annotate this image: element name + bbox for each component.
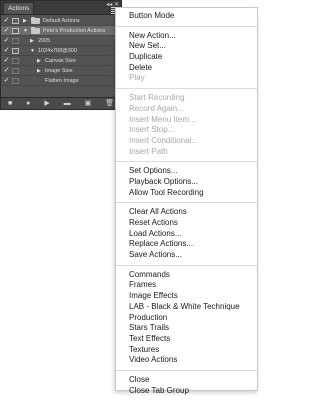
menu-item[interactable]: Playback Options... — [116, 177, 257, 188]
toggle-item-checkbox[interactable]: ✓ — [3, 36, 10, 46]
menu-item[interactable]: Replace Actions... — [116, 239, 257, 250]
menu-item[interactable]: Allow Tool Recording — [116, 188, 257, 199]
action-row-label: 2005 — [38, 38, 51, 44]
record-icon[interactable]: ● — [26, 98, 30, 110]
toggle-dialog-icon[interactable] — [12, 28, 19, 34]
new-action-icon[interactable]: ▣ — [85, 98, 92, 110]
menu-item: Start Recording — [129, 93, 185, 103]
action-row-label: Canvas Size — [45, 58, 76, 64]
menu-item[interactable]: Stars Trails — [116, 323, 257, 334]
toggle-dialog-icon[interactable] — [12, 18, 19, 24]
menu-item: Insert Stop... — [129, 125, 175, 135]
menu-item[interactable]: Production — [116, 313, 257, 324]
menu-separator — [116, 369, 257, 371]
disclosure-closed-icon[interactable]: ▶ — [30, 36, 34, 46]
menu-item[interactable]: Button Mode — [116, 11, 257, 22]
menu-item[interactable]: Load Actions... — [116, 229, 257, 240]
menu-item[interactable]: Frames — [116, 280, 257, 291]
menu-separator — [116, 202, 257, 204]
delete-icon[interactable]: 🗑 — [105, 98, 114, 110]
menu-separator — [116, 88, 257, 90]
disclosure-open-icon[interactable]: ▼ — [23, 26, 28, 36]
toggle-dialog-icon[interactable] — [12, 48, 19, 54]
menu-separator — [116, 161, 257, 163]
toggle-item-checkbox[interactable]: ✓ — [3, 66, 10, 76]
menu-item[interactable]: New Set... — [116, 41, 257, 52]
menu-item[interactable]: Close — [116, 375, 257, 386]
actions-list: ✓ ▶ Default Actions ✓ ▼ Pete's Production Act… — [1, 16, 121, 86]
toggle-item-checkbox[interactable]: ✓ — [3, 46, 10, 56]
toggle-item-checkbox[interactable]: ✓ — [3, 76, 10, 86]
action-row-label: 1024x768@300 — [38, 48, 77, 54]
menu-item[interactable]: LAB - Black & White Technique — [116, 302, 257, 313]
folder-icon — [31, 17, 40, 24]
menu-item[interactable]: Reset Actions — [116, 218, 257, 229]
menu-item[interactable]: Video Actions — [116, 355, 257, 366]
action-row[interactable]: ✓ Flatten Image — [1, 76, 121, 86]
menu-item[interactable]: Clear All Actions — [116, 207, 257, 218]
toggle-dialog-icon[interactable] — [12, 38, 19, 44]
stage: Actions ◂◂ ✕ ✓ ▶ Default Actions ✓ ▼ Pete's P… — [0, 0, 258, 400]
menu-separator — [116, 264, 257, 266]
toggle-dialog-icon[interactable] — [12, 78, 19, 84]
action-row-label: Flatten Image — [45, 78, 79, 84]
menu-item[interactable]: Text Effects — [116, 334, 257, 345]
action-row[interactable]: ✓ ▼ 1024x768@300 — [1, 46, 121, 56]
toggle-dialog-icon[interactable] — [12, 68, 19, 74]
action-row[interactable]: ✓ ▶ Canvas Size — [1, 56, 121, 66]
menu-item[interactable]: Duplicate — [116, 52, 257, 63]
action-row[interactable]: ✓ ▶ Image Size — [1, 66, 121, 76]
menu-item[interactable]: Save Actions... — [116, 250, 257, 261]
actions-panel-menu: Button Mode New Action... New Set... Duplic… — [115, 7, 258, 395]
actions-panel: Actions ◂◂ ✕ ✓ ▶ Default Actions ✓ ▼ Pete's P… — [0, 0, 122, 110]
toggle-item-checkbox[interactable]: ✓ — [3, 56, 10, 66]
menu-item[interactable]: Set Options... — [116, 166, 257, 177]
menu-item: Insert Menu Item... — [129, 114, 196, 124]
menu-separator — [116, 25, 257, 27]
disclosure-closed-icon[interactable]: ▶ — [37, 66, 41, 76]
menu-item: Record Again... — [129, 103, 184, 113]
disclosure-closed-icon[interactable]: ▶ — [37, 56, 41, 66]
toggle-dialog-icon[interactable] — [12, 58, 19, 64]
menu-item[interactable]: Commands — [116, 270, 257, 281]
actions-tab[interactable]: Actions — [3, 2, 35, 14]
menu-item: Play — [129, 73, 145, 83]
panel-footer: ■ ● ▶ ▬ ▣ 🗑 — [1, 97, 121, 109]
action-row[interactable]: ✓ ▶ Default Actions — [1, 16, 121, 26]
action-row[interactable]: ✓ ▼ Pete's Production Actions — [1, 26, 121, 36]
menu-item: Insert Path — [129, 146, 168, 156]
stop-icon[interactable]: ■ — [8, 98, 12, 110]
action-row-label: Pete's Production Actions — [43, 28, 106, 34]
action-row[interactable]: ✓ ▶ 2005 — [1, 36, 121, 46]
new-set-icon[interactable]: ▬ — [64, 98, 71, 110]
toggle-item-checkbox[interactable]: ✓ — [3, 16, 10, 26]
action-row-label: Default Actions — [43, 18, 80, 24]
toggle-item-checkbox[interactable]: ✓ — [3, 26, 10, 36]
menu-item: Insert Conditional... — [129, 135, 198, 145]
play-icon[interactable]: ▶ — [44, 98, 49, 110]
panel-header: Actions ◂◂ ✕ — [1, 1, 121, 15]
disclosure-closed-icon[interactable]: ▶ — [23, 16, 27, 26]
menu-item[interactable]: Delete — [116, 63, 257, 74]
menu-item[interactable]: New Action... — [116, 31, 257, 42]
action-row-label: Image Size — [45, 68, 73, 74]
disclosure-open-icon[interactable]: ▼ — [30, 46, 35, 56]
menu-item[interactable]: Image Effects — [116, 291, 257, 302]
menu-item[interactable]: Close Tab Group — [116, 386, 257, 397]
menu-item[interactable]: Textures — [116, 345, 257, 356]
folder-icon — [31, 27, 40, 34]
